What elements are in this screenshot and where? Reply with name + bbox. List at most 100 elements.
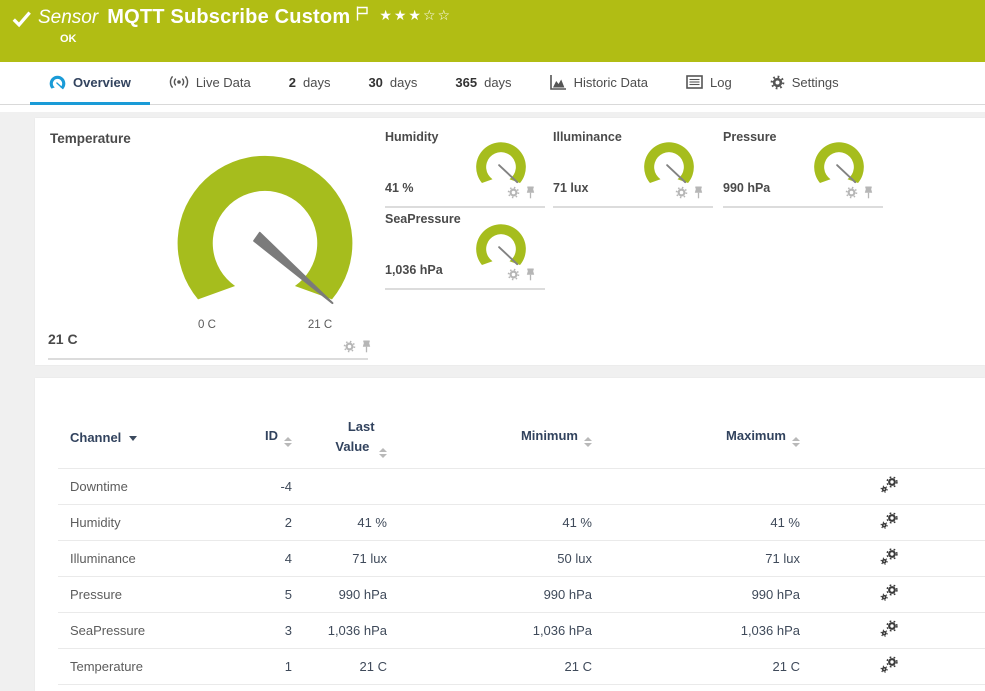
gear-icon[interactable] (507, 268, 520, 281)
column-header-minimum[interactable]: Minimum (389, 408, 594, 468)
channel-settings-icon[interactable] (880, 548, 899, 566)
channel-gauge (474, 140, 528, 186)
table-row: Downtime-4 (58, 468, 985, 504)
cell-id: 5 (238, 576, 294, 612)
table-row: SeaPressure31,036 hPa1,036 hPa1,036 hPa (58, 612, 985, 648)
column-header-id[interactable]: ID (238, 408, 294, 468)
gauge-icon (49, 75, 66, 90)
tab-2-days[interactable]: 2 days (270, 62, 350, 105)
channel-settings-icon[interactable] (880, 656, 899, 674)
cell-maximum: 41 % (594, 504, 802, 540)
column-header-maximum[interactable]: Maximum (594, 408, 802, 468)
channel-settings-icon[interactable] (880, 512, 899, 530)
column-header-last-value[interactable]: LastValue (294, 408, 389, 468)
table-row: Pressure5990 hPa990 hPa990 hPa (58, 576, 985, 612)
cell-maximum: 990 hPa (594, 576, 802, 612)
pin-icon[interactable] (693, 186, 704, 199)
pin-icon[interactable] (863, 186, 874, 199)
cell-channel: SeaPressure (58, 612, 238, 648)
cell-actions (802, 612, 985, 648)
flag-icon[interactable] (356, 6, 369, 21)
channel-name: Illuminance (553, 130, 622, 144)
cell-id: 1 (238, 648, 294, 684)
cell-last_value: 990 hPa (294, 576, 389, 612)
sorted-desc-icon (129, 436, 137, 441)
channel-name: SeaPressure (385, 212, 461, 226)
sensor-header: Sensor MQTT Subscribe Custom ★★★☆☆ OK (0, 0, 985, 62)
primary-channel-value: 21 C (48, 331, 78, 347)
cell-channel: Pressure (58, 576, 238, 612)
sort-toggle-icon (379, 448, 387, 458)
priority-star-rating[interactable]: ★★★☆☆ (379, 8, 452, 24)
tab-historic-data[interactable]: Historic Data (531, 62, 667, 105)
cell-actions (802, 468, 985, 504)
tab-365-days[interactable]: 365 days (436, 62, 530, 105)
cell-actions (802, 540, 985, 576)
cell-last_value: 21 C (294, 648, 389, 684)
tab-settings[interactable]: Settings (751, 62, 858, 105)
table-row: Humidity241 %41 %41 % (58, 504, 985, 540)
mini-gauge-panel: Pressure 990 hPa (723, 128, 883, 208)
cell-id: 2 (238, 504, 294, 540)
cell-actions (802, 504, 985, 540)
cell-actions (802, 648, 985, 684)
gauge-scale-min: 0 C (177, 319, 237, 331)
channel-value: 1,036 hPa (385, 263, 443, 277)
gear-icon[interactable] (675, 186, 688, 199)
channel-table-panel: ChannelIDLastValue MinimumMaximum Downti… (35, 378, 985, 691)
mini-gauge-panel: Illuminance 71 lux (553, 128, 713, 208)
cell-minimum: 990 hPa (389, 576, 594, 612)
primary-channel-name: Temperature (50, 131, 131, 146)
table-row: Illuminance471 lux50 lux71 lux (58, 540, 985, 576)
pin-icon[interactable] (525, 268, 536, 281)
gear-icon[interactable] (507, 186, 520, 199)
gauges-panel: Temperature 0 C 21 C 21 C Humidity 41 % (35, 118, 985, 365)
broadcast-icon (169, 75, 189, 89)
channel-settings-icon[interactable] (880, 476, 899, 494)
tab-overview[interactable]: Overview (30, 62, 150, 105)
cell-id: 4 (238, 540, 294, 576)
historic-data-icon (550, 75, 567, 90)
tab-bar: Overview Live Data 2 days 30 days 365 da… (0, 62, 985, 112)
tab-log[interactable]: Log (667, 62, 751, 105)
tab-30-days[interactable]: 30 days (349, 62, 436, 105)
cell-channel: Humidity (58, 504, 238, 540)
object-kind-label: Sensor (38, 7, 98, 29)
cell-last_value: 41 % (294, 504, 389, 540)
mini-gauge-panel: Humidity 41 % (385, 128, 545, 208)
cell-actions (802, 576, 985, 612)
gear-icon (770, 75, 785, 90)
cell-channel: Temperature (58, 648, 238, 684)
divider (48, 358, 368, 360)
cell-channel: Illuminance (58, 540, 238, 576)
status-badge: OK (60, 33, 77, 45)
channel-gauge (474, 222, 528, 268)
cell-last_value (294, 468, 389, 504)
channel-settings-icon[interactable] (880, 620, 899, 638)
cell-last_value: 1,036 hPa (294, 612, 389, 648)
pin-icon[interactable] (361, 340, 372, 353)
column-header-channel[interactable]: Channel (58, 408, 238, 468)
gear-icon[interactable] (343, 340, 356, 353)
temperature-gauge (170, 148, 360, 310)
channel-table: ChannelIDLastValue MinimumMaximum Downti… (58, 408, 985, 685)
gauge-scale-max: 21 C (290, 319, 350, 331)
status-ok-check-icon (12, 10, 32, 28)
cell-maximum: 71 lux (594, 540, 802, 576)
table-row: Temperature121 C21 C21 C (58, 648, 985, 684)
cell-minimum (389, 468, 594, 504)
sensor-title: MQTT Subscribe Custom (107, 6, 350, 29)
cell-channel: Downtime (58, 468, 238, 504)
sort-toggle-icon (584, 437, 592, 447)
tab-live-data[interactable]: Live Data (150, 62, 270, 105)
pin-icon[interactable] (525, 186, 536, 199)
channel-value: 71 lux (553, 181, 588, 195)
channel-settings-icon[interactable] (880, 584, 899, 602)
log-icon (686, 75, 703, 89)
cell-maximum (594, 468, 802, 504)
sort-toggle-icon (284, 437, 292, 447)
cell-minimum: 50 lux (389, 540, 594, 576)
cell-last_value: 71 lux (294, 540, 389, 576)
column-header-actions (802, 408, 985, 468)
gear-icon[interactable] (845, 186, 858, 199)
